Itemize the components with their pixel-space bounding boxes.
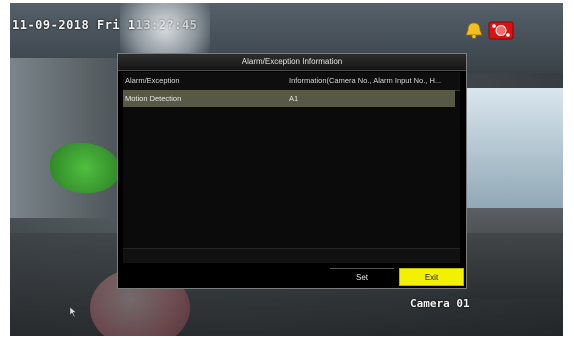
osd-camera-label: Camera 01	[410, 297, 470, 310]
bell-icon	[465, 22, 483, 39]
table-header: Alarm/Exception Information(Camera No., …	[123, 72, 460, 91]
scene-left-wall	[10, 58, 120, 218]
alarm-table: Alarm/Exception Information(Camera No., …	[123, 72, 460, 263]
row-alarm-type: Motion Detection	[125, 94, 182, 103]
osd-datetime-obscured: 13:2?:45	[135, 18, 198, 32]
column-header-alarm-exception[interactable]: Alarm/Exception	[125, 72, 180, 90]
scene-right-panel	[466, 88, 563, 218]
alarm-status-icon	[488, 21, 514, 40]
column-header-information[interactable]: Information(Camera No., Alarm Input No.,…	[289, 72, 441, 90]
mouse-pointer-icon	[70, 307, 77, 317]
osd-datetime: 11-09-2018 Fri 113:2?:45	[12, 18, 197, 32]
table-row[interactable]: Motion Detection A1	[123, 90, 455, 107]
osd-datetime-text: 11-09-2018 Fri 1	[12, 18, 136, 32]
exit-button[interactable]: Exit	[399, 268, 464, 286]
alarm-exception-dialog: Alarm/Exception Information Alarm/Except…	[117, 53, 467, 289]
table-scrollbar[interactable]	[123, 248, 460, 263]
dialog-title: Alarm/Exception Information	[118, 54, 466, 71]
set-button[interactable]: Set	[330, 268, 394, 286]
row-information: A1	[289, 94, 299, 103]
